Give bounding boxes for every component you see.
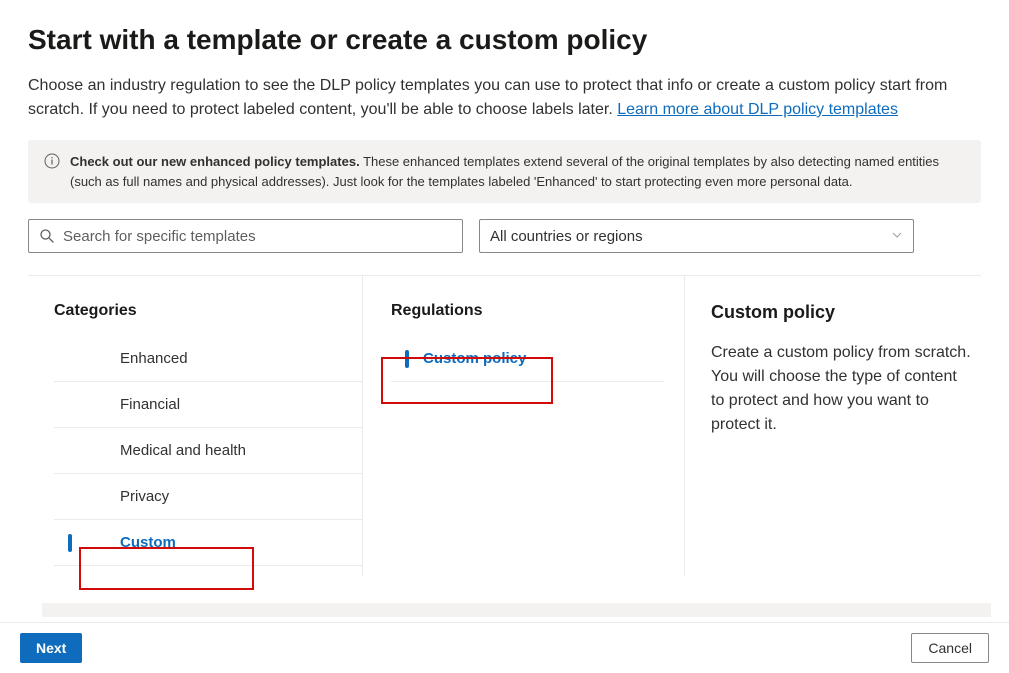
region-select[interactable]: All countries or regions <box>479 219 914 253</box>
regulations-list: Custom policy <box>391 336 664 382</box>
horizontal-scrollbar[interactable] <box>42 603 991 617</box>
region-select-value: All countries or regions <box>490 228 643 245</box>
search-icon <box>39 228 55 244</box>
next-button[interactable]: Next <box>20 633 82 663</box>
detail-column: Custom policy Create a custom policy fro… <box>685 276 981 576</box>
categories-list: Enhanced Financial Medical and health Pr… <box>54 336 362 566</box>
intro-text: Choose an industry regulation to see the… <box>28 74 981 122</box>
info-bold: Check out our new enhanced policy templa… <box>70 154 360 169</box>
categories-heading: Categories <box>54 302 362 320</box>
category-label: Privacy <box>66 488 169 505</box>
selected-indicator <box>405 350 409 368</box>
footer-bar: Next Cancel <box>0 622 1009 673</box>
regulation-custom-policy[interactable]: Custom policy <box>391 336 664 382</box>
category-medical[interactable]: Medical and health <box>54 428 362 474</box>
detail-description: Create a custom policy from scratch. You… <box>711 341 973 437</box>
category-privacy[interactable]: Privacy <box>54 474 362 520</box>
regulations-heading: Regulations <box>391 302 664 320</box>
category-label: Enhanced <box>66 350 188 367</box>
regulations-column: Regulations Custom policy <box>363 276 685 576</box>
learn-more-link[interactable]: Learn more about DLP policy templates <box>617 101 898 118</box>
cancel-button[interactable]: Cancel <box>911 633 989 663</box>
info-banner: Check out our new enhanced policy templa… <box>28 140 981 203</box>
category-custom[interactable]: Custom <box>54 520 362 566</box>
detail-title: Custom policy <box>711 302 973 323</box>
categories-column: Categories Enhanced Financial Medical an… <box>28 276 363 576</box>
category-label: Financial <box>66 396 180 413</box>
page-title: Start with a template or create a custom… <box>28 24 981 56</box>
search-box[interactable] <box>28 219 463 253</box>
info-icon <box>44 153 60 169</box>
category-label: Medical and health <box>66 442 246 459</box>
category-enhanced[interactable]: Enhanced <box>54 336 362 382</box>
category-financial[interactable]: Financial <box>54 382 362 428</box>
category-label: Custom <box>66 534 176 551</box>
search-input[interactable] <box>63 228 452 245</box>
regulation-label: Custom policy <box>403 350 526 367</box>
selected-indicator <box>68 534 72 552</box>
chevron-down-icon <box>891 228 903 245</box>
